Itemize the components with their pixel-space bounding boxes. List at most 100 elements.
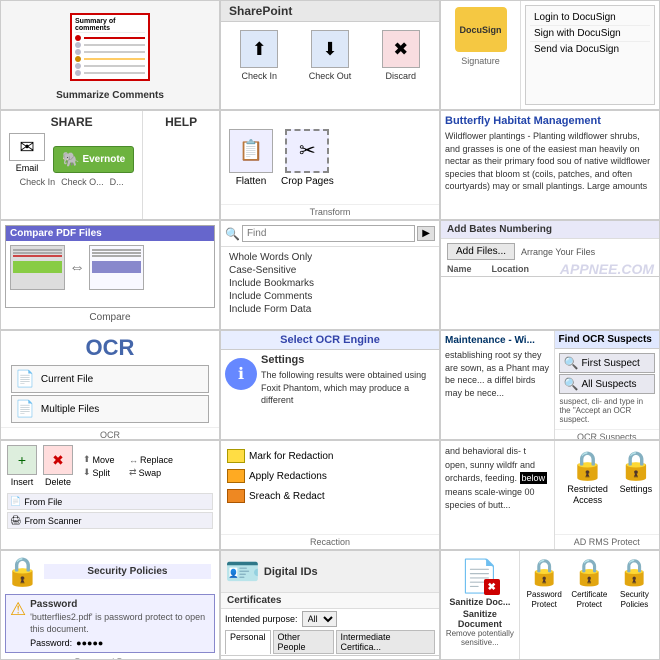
bates-col-location: Location [492,264,530,274]
adrms-settings-icon: 🔒 [618,449,653,482]
insert-button[interactable]: + Insert [7,445,37,487]
transform-cell: 📋 Flatten ✂ Crop Pages Transform [220,110,440,220]
multiple-files-icon: 📄 [15,399,35,419]
suspects-title: Find OCR Suspects [555,331,660,349]
whole-words-option[interactable]: Whole Words Only [229,251,431,264]
pw-label: Password: [30,638,72,648]
search-redact-label: Sreach & Redact [249,491,325,502]
suspects-note: suspect, cli- and type in the "Accept an… [558,395,657,426]
pw-dialog-title: Password [30,599,210,610]
docusign-cell: DocuSign Signature Login to DocuSign Sig… [440,0,660,110]
settings-info-icon: ℹ [225,358,257,390]
checkin-icon: ⬆ [240,30,278,68]
from-file-label: From File [24,497,62,507]
restricted-access-button[interactable]: 🔒 Restricted Access [560,449,615,526]
multiple-files-button[interactable]: 📄 Multiple Files [11,395,209,423]
swap-button[interactable]: ⇄ Swap [129,467,173,478]
crop-pages-button[interactable]: ✂ Crop Pages [281,129,334,187]
discard-button[interactable]: ✖ Discard [382,30,420,81]
flatten-label: Flatten [236,176,267,187]
replace-icon: ↔ [129,455,138,465]
swap-icon: ⇄ [129,467,137,478]
checkout-icon: ⬇ [311,30,349,68]
docusign-send-item[interactable]: Send via DocuSign [530,42,650,57]
tab-other-people[interactable]: Other People [273,630,334,654]
checkout-button[interactable]: ⬇ Check Out [309,30,352,81]
delete-button[interactable]: ✖ Delete [43,445,73,487]
tab-personal[interactable]: Personal [225,630,271,654]
compare-button[interactable]: Compare [5,310,215,325]
doc-title: Summary of comments [75,18,145,33]
flatten-button[interactable]: 📋 Flatten [229,129,273,187]
current-file-button[interactable]: 📄 Current File [11,365,209,393]
checkin-sub-label[interactable]: Check In [20,177,56,187]
checkout-sub-label[interactable]: Check O... [61,177,104,187]
find-go-button[interactable]: ▶ [417,226,435,241]
sanitize-pw-cell: 📄 ✖ Sanitize Doc... Sanitize Document Re… [440,550,660,660]
move-icon: ⬆ [83,454,91,465]
security-policies-label: Security Policies [44,564,211,579]
sanitize-sub: Remove potentially sensitive... [445,629,515,647]
find-input[interactable] [242,225,415,242]
pp-security-icon: 🔒 [618,557,650,588]
move-button[interactable]: ⬆ Move [83,454,127,465]
pp-cert-icon: 🔒 [573,557,605,588]
mark-redaction-icon [227,449,245,463]
mark-redaction-label: Mark for Redaction [249,451,333,462]
discard-icon: ✖ [382,30,420,68]
split-button[interactable]: ⬇ Split [83,467,127,478]
case-sensitive-option[interactable]: Case-Sensitive [229,264,431,277]
digital-ids-label: Digital IDs [264,566,318,578]
butterfly2-body: and behavioral dis- t open, sunny wildfr… [445,445,550,513]
summarize-doc-icon: Summary of comments [70,13,150,81]
evernote-icon: 🐘 [62,151,79,168]
checkin-label: Check In [241,71,277,81]
pp-certificate-protect-button[interactable]: 🔒 Certificate Protect [567,557,612,653]
intended-purpose-dropdown[interactable]: All [302,611,337,627]
adrms-settings-button[interactable]: 🔒 Settings [618,449,653,526]
all-suspects-button[interactable]: 🔍 All Suspects [559,374,656,394]
from-file-button[interactable]: 📄 From File [7,493,213,510]
from-file-icon: 📄 [10,496,21,507]
include-comments-option[interactable]: Include Comments [229,290,431,303]
ocr-section-label: OCR [1,427,219,440]
sanitize-x-icon: ✖ [484,579,500,595]
compare-doc2 [89,245,144,290]
pp-password-protect-button[interactable]: 🔒 Password Protect [522,557,567,653]
adrms-section-label: AD RMS Protect [555,534,660,549]
restricted-access-icon: 🔒 [570,449,605,482]
from-scanner-icon: 🖨 [10,515,21,526]
apply-redactions-button[interactable]: Apply Redactions [225,467,435,485]
multiple-files-label: Multiple Files [41,404,99,415]
include-form-data-option[interactable]: Include Form Data [229,303,431,316]
apply-redactions-label: Apply Redactions [249,471,327,482]
insert-icon: + [7,445,37,475]
tab-intermediate[interactable]: Intermediate Certifica... [336,630,435,654]
from-scanner-button[interactable]: 🖨 From Scanner [7,512,213,529]
docusign-sign-item[interactable]: Sign with DocuSign [530,26,650,42]
search-redact-button[interactable]: Sreach & Redact [225,487,435,505]
first-suspect-button[interactable]: 🔍 First Suspect [559,353,656,373]
butterfly-text-cell: Butterfly Habitat Management Wildflower … [440,110,660,220]
warning-icon: ⚠ [10,599,26,620]
include-bookmarks-option[interactable]: Include Bookmarks [229,277,431,290]
password-dialog-cell: 🔒 Security Policies ⚠ Password 'butterfl… [0,550,220,660]
checkout-label: Check Out [309,71,352,81]
ocr-suspects-section-label: OCR Suspects [555,429,660,440]
pp-security-policies-button[interactable]: 🔒 Security Policies [612,557,657,653]
pw-lock-icon1: 🔒 [5,555,40,588]
d-sub-label[interactable]: D... [110,177,124,187]
add-files-button[interactable]: Add Files... [447,243,515,260]
pw-dialog-body: 'butterflies2.pdf' is password protect t… [30,612,210,635]
mark-redaction-button[interactable]: Mark for Redaction [225,447,435,465]
replace-button[interactable]: ↔ Replace [129,454,173,465]
checkin-button[interactable]: ⬆ Check In [240,30,278,81]
compare-arrow-icon: ⇔ [69,259,85,277]
evernote-button[interactable]: 🐘 Evernote [53,146,134,173]
compare-doc1 [10,245,65,290]
help-title: HELP [165,115,197,129]
docusign-login-item[interactable]: Login to DocuSign [530,10,650,26]
sanitize-doc-label: Sanitize Doc... [449,597,510,607]
current-file-icon: 📄 [15,369,35,389]
redaction-section-label: Recaction [221,534,439,549]
